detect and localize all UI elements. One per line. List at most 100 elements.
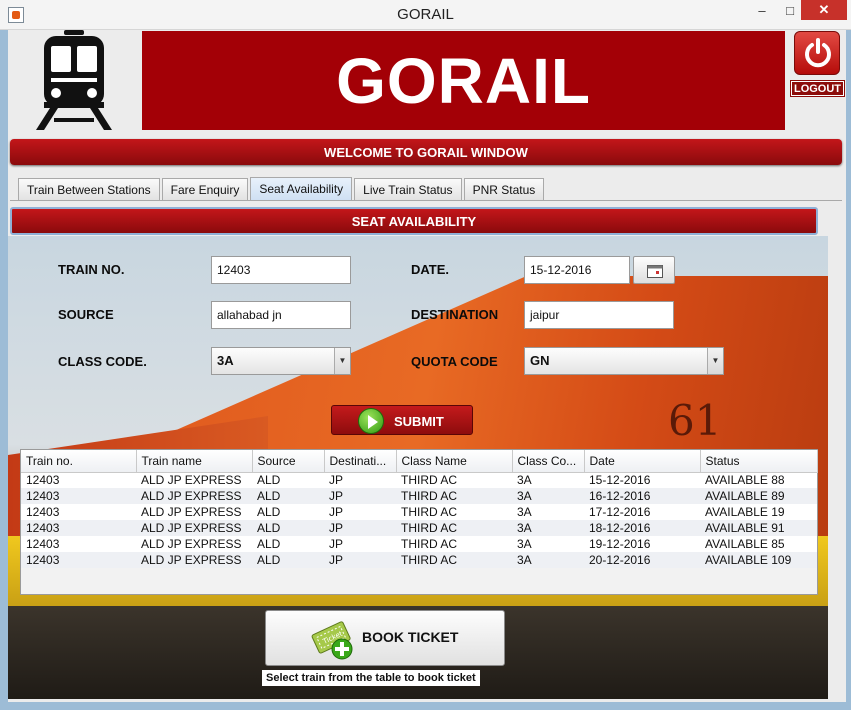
column-header[interactable]: Train name (136, 450, 253, 473)
table-cell: ALD (252, 504, 324, 520)
table-cell: ALD JP EXPRESS (136, 536, 252, 552)
panel-title: SEAT AVAILABILITY (10, 207, 818, 235)
date-input[interactable]: 15-12-2016 (524, 256, 630, 284)
tab-live-train-status[interactable]: Live Train Status (354, 178, 462, 200)
table-cell: 12403 (21, 472, 136, 488)
table-cell: ALD JP EXPRESS (136, 488, 252, 504)
table-row[interactable]: 12403 ALD JP EXPRESS ALD JP THIRD AC 3A … (21, 536, 817, 552)
tab-divider (10, 200, 842, 201)
submit-label: SUBMIT (394, 414, 444, 429)
close-button[interactable]: ✕ (801, 0, 847, 20)
book-ticket-button[interactable]: Ticket BOOK TICKET (265, 610, 505, 666)
class-code-select[interactable]: 3A ▼ (211, 347, 351, 375)
locomotive-number: 61 (668, 396, 722, 445)
table-cell: 18-12-2016 (584, 520, 700, 536)
destination-label: DESTINATION (411, 307, 499, 322)
chevron-down-icon[interactable]: ▼ (334, 348, 350, 374)
train-no-label: TRAIN NO. (58, 262, 125, 277)
table-row[interactable]: 12403 ALD JP EXPRESS ALD JP THIRD AC 3A … (21, 472, 817, 488)
table-cell: THIRD AC (396, 552, 512, 568)
table-row[interactable]: 12403 ALD JP EXPRESS ALD JP THIRD AC 3A … (21, 552, 817, 568)
table-cell: 3A (512, 520, 584, 536)
table-cell: ALD JP EXPRESS (136, 552, 252, 568)
logout-button[interactable] (794, 31, 840, 75)
train-no-input[interactable]: 12403 (211, 256, 351, 284)
column-header[interactable]: Status (700, 450, 818, 473)
table-cell: ALD JP EXPRESS (136, 520, 252, 536)
table-cell: AVAILABLE 91 (700, 520, 817, 536)
table-cell: 12403 (21, 520, 136, 536)
table-cell: JP (324, 552, 396, 568)
table-cell: JP (324, 504, 396, 520)
table-cell: JP (324, 520, 396, 536)
chevron-down-icon[interactable]: ▼ (707, 348, 723, 374)
arrow-right-circle-icon (358, 408, 384, 434)
table-cell: ALD (252, 488, 324, 504)
column-header[interactable]: Source (252, 450, 325, 473)
minimize-button[interactable]: – (748, 0, 776, 20)
submit-button[interactable]: SUBMIT (331, 405, 473, 435)
table-cell: THIRD AC (396, 504, 512, 520)
class-code-label: CLASS CODE. (58, 354, 147, 369)
maximize-button[interactable]: □ (776, 0, 804, 20)
column-header[interactable]: Class Co... (512, 450, 585, 473)
table-row[interactable]: 12403 ALD JP EXPRESS ALD JP THIRD AC 3A … (21, 488, 817, 504)
table-cell: AVAILABLE 88 (700, 472, 817, 488)
table-cell: ALD (252, 552, 324, 568)
table-cell: ALD (252, 520, 324, 536)
table-row[interactable]: 12403 ALD JP EXPRESS ALD JP THIRD AC 3A … (21, 504, 817, 520)
table-cell: THIRD AC (396, 472, 512, 488)
book-ticket-label: BOOK TICKET (362, 629, 459, 645)
book-hint-text: Select train from the table to book tick… (262, 670, 480, 686)
tab-pnr-status[interactable]: PNR Status (463, 178, 545, 200)
table-cell: ALD JP EXPRESS (136, 472, 252, 488)
table-header-row: Train no. Train name Source Destinati...… (21, 450, 818, 473)
train-front-icon (36, 30, 112, 130)
logout-label[interactable]: LOGOUT (790, 80, 845, 97)
table-cell: JP (324, 536, 396, 552)
class-code-value: 3A (217, 353, 234, 368)
column-header[interactable]: Train no. (21, 450, 137, 473)
table-cell: 3A (512, 504, 584, 520)
table-cell: 16-12-2016 (584, 488, 700, 504)
table-cell: 19-12-2016 (584, 536, 700, 552)
brand-title: GORAIL (336, 44, 591, 117)
window-title: GORAIL (397, 6, 454, 23)
source-input[interactable]: allahabad jn (211, 301, 351, 329)
column-header[interactable]: Date (584, 450, 701, 473)
tab-train-between-stations[interactable]: Train Between Stations (18, 178, 160, 200)
destination-input[interactable]: jaipur (524, 301, 674, 329)
table-cell: ALD JP EXPRESS (136, 504, 252, 520)
table-cell: JP (324, 488, 396, 504)
table-cell: ALD (252, 536, 324, 552)
date-picker-button[interactable] (633, 256, 675, 284)
tab-fare-enquiry[interactable]: Fare Enquiry (161, 178, 249, 200)
table-cell: 12403 (21, 488, 136, 504)
window-bottom-border (0, 702, 851, 710)
table-cell: 3A (512, 472, 584, 488)
table-cell: 12403 (21, 552, 136, 568)
quota-code-value: GN (530, 353, 550, 368)
table-cell: 12403 (21, 536, 136, 552)
table-cell: ALD (252, 472, 324, 488)
table-cell: THIRD AC (396, 520, 512, 536)
table-cell: AVAILABLE 109 (700, 552, 817, 568)
table-cell: 12403 (21, 504, 136, 520)
window-titlebar: GORAIL – □ ✕ (0, 0, 851, 30)
table-cell: 3A (512, 536, 584, 552)
table-cell: THIRD AC (396, 488, 512, 504)
power-icon (805, 38, 831, 68)
availability-table[interactable]: Train no. Train name Source Destinati...… (20, 449, 818, 595)
quota-code-select[interactable]: GN ▼ (524, 347, 724, 375)
table-cell: 15-12-2016 (584, 472, 700, 488)
tab-seat-availability[interactable]: Seat Availability (250, 177, 353, 200)
brand-banner: GORAIL (142, 31, 785, 130)
table-row[interactable]: 12403 ALD JP EXPRESS ALD JP THIRD AC 3A … (21, 520, 817, 536)
table-cell: 20-12-2016 (584, 552, 700, 568)
column-header[interactable]: Destinati... (324, 450, 397, 473)
welcome-banner: WELCOME TO GORAIL WINDOW (10, 139, 842, 165)
table-cell: AVAILABLE 85 (700, 536, 817, 552)
table-cell: 3A (512, 488, 584, 504)
table-cell: 3A (512, 552, 584, 568)
column-header[interactable]: Class Name (396, 450, 513, 473)
